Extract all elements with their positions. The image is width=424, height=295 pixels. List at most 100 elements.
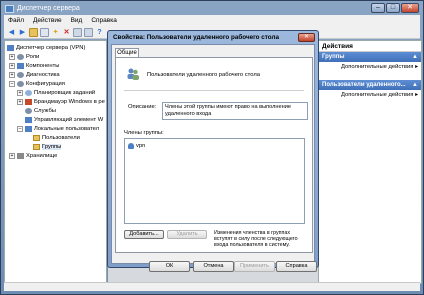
diagnostics-icon	[17, 72, 24, 78]
tree-item-groups[interactable]: Группы	[33, 143, 62, 151]
dialog-title: Свойства: Пользователи удаленного рабоче…	[113, 34, 279, 41]
expand-icon[interactable]: +	[17, 90, 23, 96]
description-label: Описание:	[128, 104, 157, 110]
divider	[124, 90, 304, 91]
caret-up-icon[interactable]: ▲	[412, 80, 418, 90]
caret-up-icon[interactable]: ▲	[412, 52, 418, 62]
status-bar	[4, 282, 420, 291]
folder-icon	[33, 144, 40, 150]
members-list[interactable]: vpn	[124, 138, 305, 224]
services-icon	[25, 108, 32, 114]
export-list-icon[interactable]	[84, 27, 93, 37]
tree-item-task-scheduler[interactable]: + Планировщик заданий	[17, 89, 95, 97]
maximize-button[interactable]: □	[386, 3, 400, 13]
properties-dialog: Свойства: Пользователи удаленного рабоче…	[107, 30, 319, 272]
menu-file[interactable]: Файл	[8, 17, 24, 24]
actions-group-groups[interactable]: Группы ▲	[319, 52, 421, 62]
tree-item-features[interactable]: + Компоненты	[9, 62, 59, 70]
tree-item-label: Локальные пользовател	[34, 126, 100, 132]
arrow-right-icon: ▸	[415, 92, 418, 98]
expand-icon[interactable]: +	[9, 63, 15, 69]
tree-item-label: Диагностика	[26, 72, 60, 78]
minimize-button[interactable]: –	[371, 3, 385, 13]
tree-item-label: Службы	[34, 108, 56, 114]
forward-arrow-icon[interactable]: ▶	[18, 28, 27, 37]
help-icon[interactable]: ?	[95, 28, 104, 37]
remove-member-button[interactable]: Удалить	[167, 230, 207, 239]
roles-icon	[17, 54, 24, 60]
list-item[interactable]: vpn	[128, 143, 145, 149]
tree-item-label: Пользователи	[42, 135, 80, 141]
more-actions-link[interactable]: Дополнительные действия ▸	[319, 90, 421, 100]
menu-help[interactable]: Справка	[91, 17, 117, 24]
up-folder-icon[interactable]	[29, 27, 38, 37]
tree-item-configuration[interactable]: – Конфигурация	[9, 80, 65, 88]
firewall-icon	[25, 99, 32, 105]
add-member-button[interactable]: Добавить...	[124, 230, 164, 239]
actions-group-title: Группы	[322, 54, 345, 60]
tree-item-server-manager[interactable]: Диспетчер сервера (VPN)	[7, 44, 85, 52]
dialog-close-button[interactable]: ✕	[298, 33, 315, 42]
folder-icon	[33, 135, 40, 141]
expand-icon[interactable]: +	[9, 72, 15, 78]
dialog-body: Общие Пользователи удаленного рабочего с…	[111, 44, 317, 272]
tree-item-label: Управляющий элемент W	[34, 117, 104, 123]
user-group-icon	[127, 68, 139, 80]
user-icon	[128, 143, 134, 149]
server-manager-icon	[5, 4, 14, 13]
close-button[interactable]: ✕	[401, 3, 419, 13]
show-tree-icon[interactable]	[40, 27, 49, 37]
window-controls: – □ ✕	[371, 3, 419, 13]
scheduler-icon	[25, 90, 32, 96]
members-label: Члены группы:	[124, 130, 164, 136]
back-arrow-icon[interactable]: ◀	[7, 28, 16, 37]
console-tree: Диспетчер сервера (VPN) + Роли + Компоне…	[4, 40, 107, 284]
menu-action[interactable]: Действие	[33, 17, 62, 24]
title-bar: Диспетчер сервера	[5, 3, 419, 14]
collapse-icon[interactable]: –	[17, 126, 23, 132]
delete-icon[interactable]: ✕	[62, 28, 71, 37]
server-icon	[7, 45, 14, 51]
member-name: vpn	[136, 143, 146, 149]
actions-group-remote-desktop-users[interactable]: Пользователи удаленного... ▲	[319, 80, 421, 90]
storage-icon	[17, 153, 24, 159]
configuration-icon	[17, 81, 24, 87]
tree-item-users[interactable]: Пользователи	[33, 134, 80, 142]
actions-header: Действия	[319, 41, 421, 52]
apply-button[interactable]: Применить	[234, 261, 275, 272]
menu-view[interactable]: Вид	[71, 17, 83, 24]
tree-item-services[interactable]: Службы	[25, 107, 56, 115]
tree-item-label: Группы	[42, 144, 62, 150]
tree-item-label: Брандмауэр Windows в ре	[34, 99, 105, 105]
more-actions-link[interactable]: Дополнительные действия ▸	[319, 62, 421, 72]
tree-item-label: Диспетчер сервера (VPN)	[16, 45, 86, 51]
tree-item-diagnostics[interactable]: + Диагностика	[9, 71, 60, 79]
expand-icon[interactable]: +	[17, 99, 23, 105]
help-button[interactable]: Справка	[276, 261, 317, 272]
action-link-label: Дополнительные действия	[341, 92, 414, 98]
tree-item-storage[interactable]: + Хранилище	[9, 152, 57, 160]
new-icon[interactable]: ✦	[51, 28, 60, 37]
tree-item-local-users[interactable]: – Локальные пользовател	[17, 125, 99, 133]
cancel-button[interactable]: Отмена	[193, 261, 234, 272]
properties-icon[interactable]	[73, 27, 82, 37]
ok-button[interactable]: ОК	[149, 261, 190, 272]
tree-item-roles[interactable]: + Роли	[9, 53, 39, 61]
tree-item-label: Конфигурация	[26, 81, 65, 87]
tree-item-wmi[interactable]: Управляющий элемент W	[25, 116, 103, 124]
menu-bar: Файл Действие Вид Справка	[4, 15, 420, 26]
tree-item-label: Роли	[26, 54, 40, 60]
tree-item-firewall[interactable]: + Брандмауэр Windows в ре	[17, 98, 105, 106]
window-title: Диспетчер сервера	[17, 5, 80, 12]
action-link-label: Дополнительные действия	[341, 64, 414, 70]
collapse-icon[interactable]: –	[9, 81, 15, 87]
expand-icon[interactable]: +	[9, 54, 15, 60]
tree-item-label: Компоненты	[26, 63, 60, 69]
wmi-icon	[25, 117, 32, 123]
tree-item-label: Хранилище	[26, 153, 58, 159]
description-field[interactable]: Члены этой группы имеют право на выполне…	[162, 102, 308, 120]
expand-icon[interactable]: +	[9, 153, 15, 159]
features-icon	[17, 63, 24, 69]
arrow-right-icon: ▸	[415, 64, 418, 70]
